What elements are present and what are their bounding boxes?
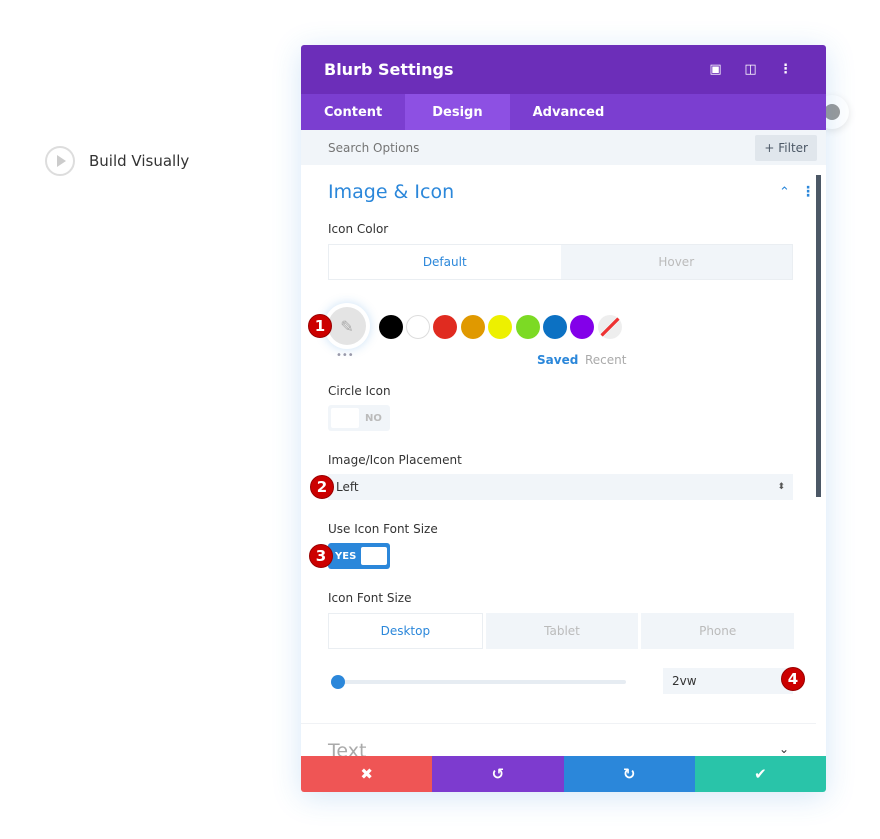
- placement-value: Left: [336, 480, 359, 494]
- scrollbar[interactable]: [816, 175, 821, 497]
- placement-select[interactable]: Left ⬍: [328, 474, 793, 500]
- tab-saved[interactable]: Saved: [537, 353, 578, 367]
- swatch-red[interactable]: [433, 315, 457, 339]
- eyedropper-icon[interactable]: ✎: [328, 307, 366, 345]
- font-size-input[interactable]: 2vw: [663, 668, 793, 694]
- icon-color-state-tabs: Default Hover: [328, 244, 793, 280]
- panel-header: Blurb Settings ▣ ◫ ⋮: [301, 45, 826, 94]
- use-font-size-label: Use Icon Font Size: [328, 522, 438, 536]
- tab-tablet[interactable]: Tablet: [485, 613, 639, 649]
- play-icon: [45, 146, 75, 176]
- section-title[interactable]: Image & Icon: [328, 181, 454, 203]
- circle-icon-toggle[interactable]: NO: [328, 405, 390, 431]
- tab-hover[interactable]: Hover: [561, 245, 793, 279]
- panel-title: Blurb Settings: [324, 60, 454, 79]
- badge-1: 1: [308, 314, 332, 338]
- circle-icon-label: Circle Icon: [328, 384, 391, 398]
- tab-advanced[interactable]: Advanced: [510, 94, 628, 130]
- undo-button[interactable]: ↺: [432, 756, 564, 792]
- swatch-black[interactable]: [379, 315, 403, 339]
- tab-recent[interactable]: Recent: [585, 353, 626, 367]
- select-arrows-icon: ⬍: [777, 482, 785, 492]
- tab-content[interactable]: Content: [301, 94, 405, 130]
- chevron-down-icon[interactable]: ⌄: [779, 742, 789, 756]
- section-more-icon[interactable]: ⋮: [801, 184, 815, 200]
- swatch-blue[interactable]: [543, 315, 567, 339]
- use-font-size-value: YES: [335, 550, 357, 562]
- panel-tabs: Content Design Advanced: [301, 94, 826, 130]
- circle-icon-value: NO: [365, 412, 382, 424]
- swatch-green[interactable]: [516, 315, 540, 339]
- tab-phone[interactable]: Phone: [641, 613, 795, 649]
- discard-button[interactable]: ✖: [301, 756, 433, 792]
- columns-icon[interactable]: ◫: [733, 62, 768, 77]
- fullscreen-icon[interactable]: ▣: [698, 62, 733, 77]
- badge-3: 3: [309, 544, 333, 568]
- chevron-up-icon[interactable]: ⌃: [779, 185, 790, 200]
- search-input[interactable]: [328, 140, 756, 155]
- swatch-white[interactable]: [406, 315, 430, 339]
- swatch-orange[interactable]: [461, 315, 485, 339]
- tab-design[interactable]: Design: [405, 94, 510, 130]
- icon-font-size-label: Icon Font Size: [328, 591, 412, 605]
- search-bar: + Filter: [301, 130, 826, 165]
- font-size-slider[interactable]: [331, 675, 626, 689]
- swatch-purple[interactable]: [570, 315, 594, 339]
- more-vertical-icon[interactable]: ⋮: [768, 62, 803, 77]
- tab-default[interactable]: Default: [329, 245, 561, 279]
- badge-2: 2: [310, 475, 334, 499]
- device-tabs: Desktop Tablet Phone: [328, 613, 795, 649]
- badge-4: 4: [781, 667, 805, 691]
- icon-color-label: Icon Color: [328, 222, 389, 236]
- slider-handle[interactable]: [331, 675, 345, 689]
- filter-button[interactable]: + Filter: [755, 134, 817, 161]
- swatch-none-icon[interactable]: [598, 315, 622, 339]
- swatch-yellow[interactable]: [488, 315, 512, 339]
- blurb-settings-panel: Blurb Settings ▣ ◫ ⋮ Content Design Adva…: [301, 45, 826, 792]
- build-visually-label: Build Visually: [89, 152, 190, 170]
- divider: [301, 723, 816, 724]
- use-font-size-toggle[interactable]: YES: [328, 543, 390, 569]
- placement-label: Image/Icon Placement: [328, 453, 462, 467]
- tab-desktop[interactable]: Desktop: [328, 613, 483, 649]
- save-button[interactable]: ✔: [694, 756, 826, 792]
- build-visually[interactable]: Build Visually: [45, 146, 189, 176]
- panel-footer: ✖ ↺ ↻ ✔: [301, 756, 826, 792]
- more-colors-icon[interactable]: •••: [336, 350, 354, 361]
- redo-button[interactable]: ↻: [563, 756, 695, 792]
